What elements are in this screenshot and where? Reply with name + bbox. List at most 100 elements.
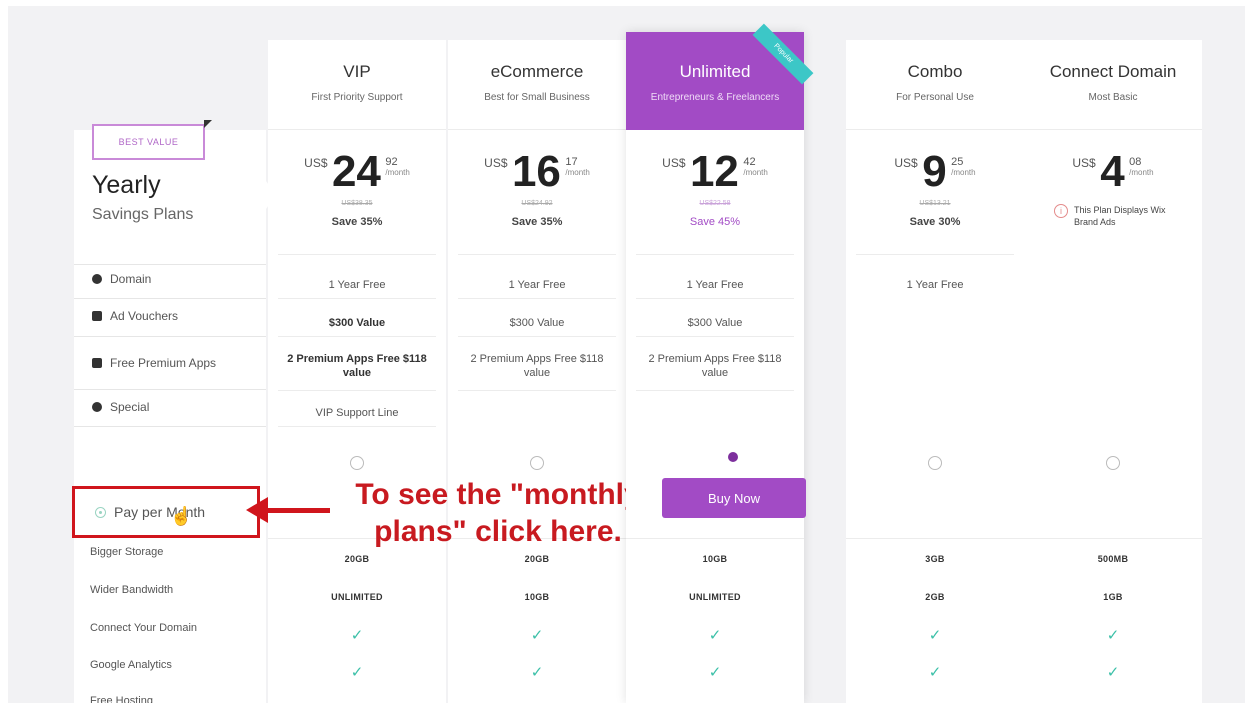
currency: US$ [1072,156,1096,170]
best-value-badge: BEST VALUE [92,124,205,160]
feature-label: Ad Vouchers [110,309,179,323]
vouchers-value: $300 Value [687,317,743,329]
price-amount: 4 [1100,147,1125,196]
price-period: /month [743,168,768,177]
price-amount: 9 [922,147,947,196]
plan-column-unlimited: Unlimited Entrepreneurs & Freelancers Po… [626,23,814,703]
feature-ad-vouchers: Ad Vouchers [92,309,178,323]
check-icon: ✓ [1024,699,1202,703]
plan-price: US$ 9 25/month [846,150,1024,194]
check-icon: ✓ [268,699,446,703]
bandwidth-value: 1GB [1103,592,1123,602]
row-label-bandwidth: Wider Bandwidth [90,584,174,596]
check-icon: ✓ [928,627,942,644]
plan-description: Most Basic [1088,92,1138,103]
divider [636,336,794,337]
original-price: US$13.21 [919,200,951,207]
plan-name: Combo [907,62,963,81]
feature-special: Special [92,400,149,414]
price-cents: 92 [385,156,398,168]
apps-value: 2 Premium Apps Free $118 value [470,353,604,379]
note-text: This Plan Displays Wix Brand Ads [1074,205,1166,227]
storage-value: 500MB [1097,554,1129,564]
annotation-line: plans" click here. [374,515,622,548]
yearly-title: Yearly [92,171,161,199]
divider [458,390,616,391]
price-period: /month [565,168,590,177]
divider [636,390,794,391]
divider [636,254,794,255]
plan-select-radio[interactable] [1106,456,1120,470]
plan-name: eCommerce [490,62,584,81]
original-price: US$24.92 [521,200,553,207]
price-cents: 42 [743,156,756,168]
divider [278,336,436,337]
check-icon: ✓ [928,664,942,681]
savings: Save 30% [909,216,961,228]
bandwidth-value: UNLIMITED [689,592,741,602]
plan-price: US$ 24 92/month [268,150,446,194]
plan-name: Connect Domain [1049,62,1177,81]
currency: US$ [484,156,508,170]
plan-select-radio[interactable] [530,456,544,470]
buy-now-button[interactable]: Buy Now [662,478,806,518]
special-value: VIP Support Line [315,407,399,419]
plan-header: Unlimited Entrepreneurs & Freelancers Po… [626,23,814,130]
currency: US$ [304,156,328,170]
plan-description: Best for Small Business [484,92,590,103]
domain-value: 1 Year Free [906,279,964,291]
savings: Save 35% [511,216,563,228]
annotation-line: To see the "monthly [355,478,641,511]
plan-column-connect-domain: Connect Domain Most Basic US$ 4 08/month… [1024,40,1202,703]
price-period: /month [951,168,976,177]
feature-domain: Domain [92,272,151,286]
annotation-arrow [266,508,330,513]
check-icon: ✓ [708,664,722,681]
divider [458,254,616,255]
page-frame: BEST VALUE Yearly Savings Plans Domain A… [8,6,1245,703]
price-period: /month [1129,168,1154,177]
info-icon: i [1054,204,1068,218]
check-icon: ✓ [350,627,364,644]
price-cents: 17 [565,156,578,168]
apps-value: 2 Premium Apps Free $118 value [287,353,427,379]
check-icon: ✓ [350,664,364,681]
globe-icon [92,274,102,284]
plan-select-radio[interactable] [350,456,364,470]
plan-price: US$ 16 17/month [448,150,626,194]
plan-selected-radio[interactable] [728,452,738,462]
plan-header: Combo For Personal Use [846,40,1024,130]
row-label-analytics: Google Analytics [90,659,172,671]
bandwidth-value: UNLIMITED [331,592,383,602]
currency: US$ [894,156,918,170]
divider [74,426,266,427]
plan-column-vip: VIP First Priority Support US$ 24 92/mon… [268,40,446,703]
row-label-storage: Bigger Storage [90,546,164,558]
plan-name: Unlimited [679,62,751,81]
check-icon: ✓ [448,699,626,703]
bandwidth-value: 2GB [925,592,945,602]
storage-value: 20GB [344,554,370,564]
pay-per-month-option[interactable]: Pay per Month [72,486,260,538]
plan-select-radio[interactable] [928,456,942,470]
domain-value: 1 Year Free [508,279,566,291]
storage-value: 10GB [702,554,728,564]
yearly-subtitle: Savings Plans [92,206,194,223]
feature-label: Special [110,400,150,414]
divider [74,389,266,390]
check-icon: ✓ [846,699,1024,703]
divider [74,264,266,265]
price-amount: 24 [331,147,381,196]
divider [636,298,794,299]
plan-price: US$ 4 08/month [1024,150,1202,194]
pay-monthly-radio[interactable] [95,506,106,518]
divider [74,336,266,337]
storage-value: 3GB [925,554,945,564]
check-icon: ✓ [1106,627,1120,644]
original-price: US$22.58 [699,200,731,207]
price-cents: 08 [1129,156,1142,168]
badge-corner [204,120,212,128]
plan-name: VIP [343,62,371,81]
plan-description: Entrepreneurs & Freelancers [650,92,780,103]
savings: Save 35% [331,216,383,228]
